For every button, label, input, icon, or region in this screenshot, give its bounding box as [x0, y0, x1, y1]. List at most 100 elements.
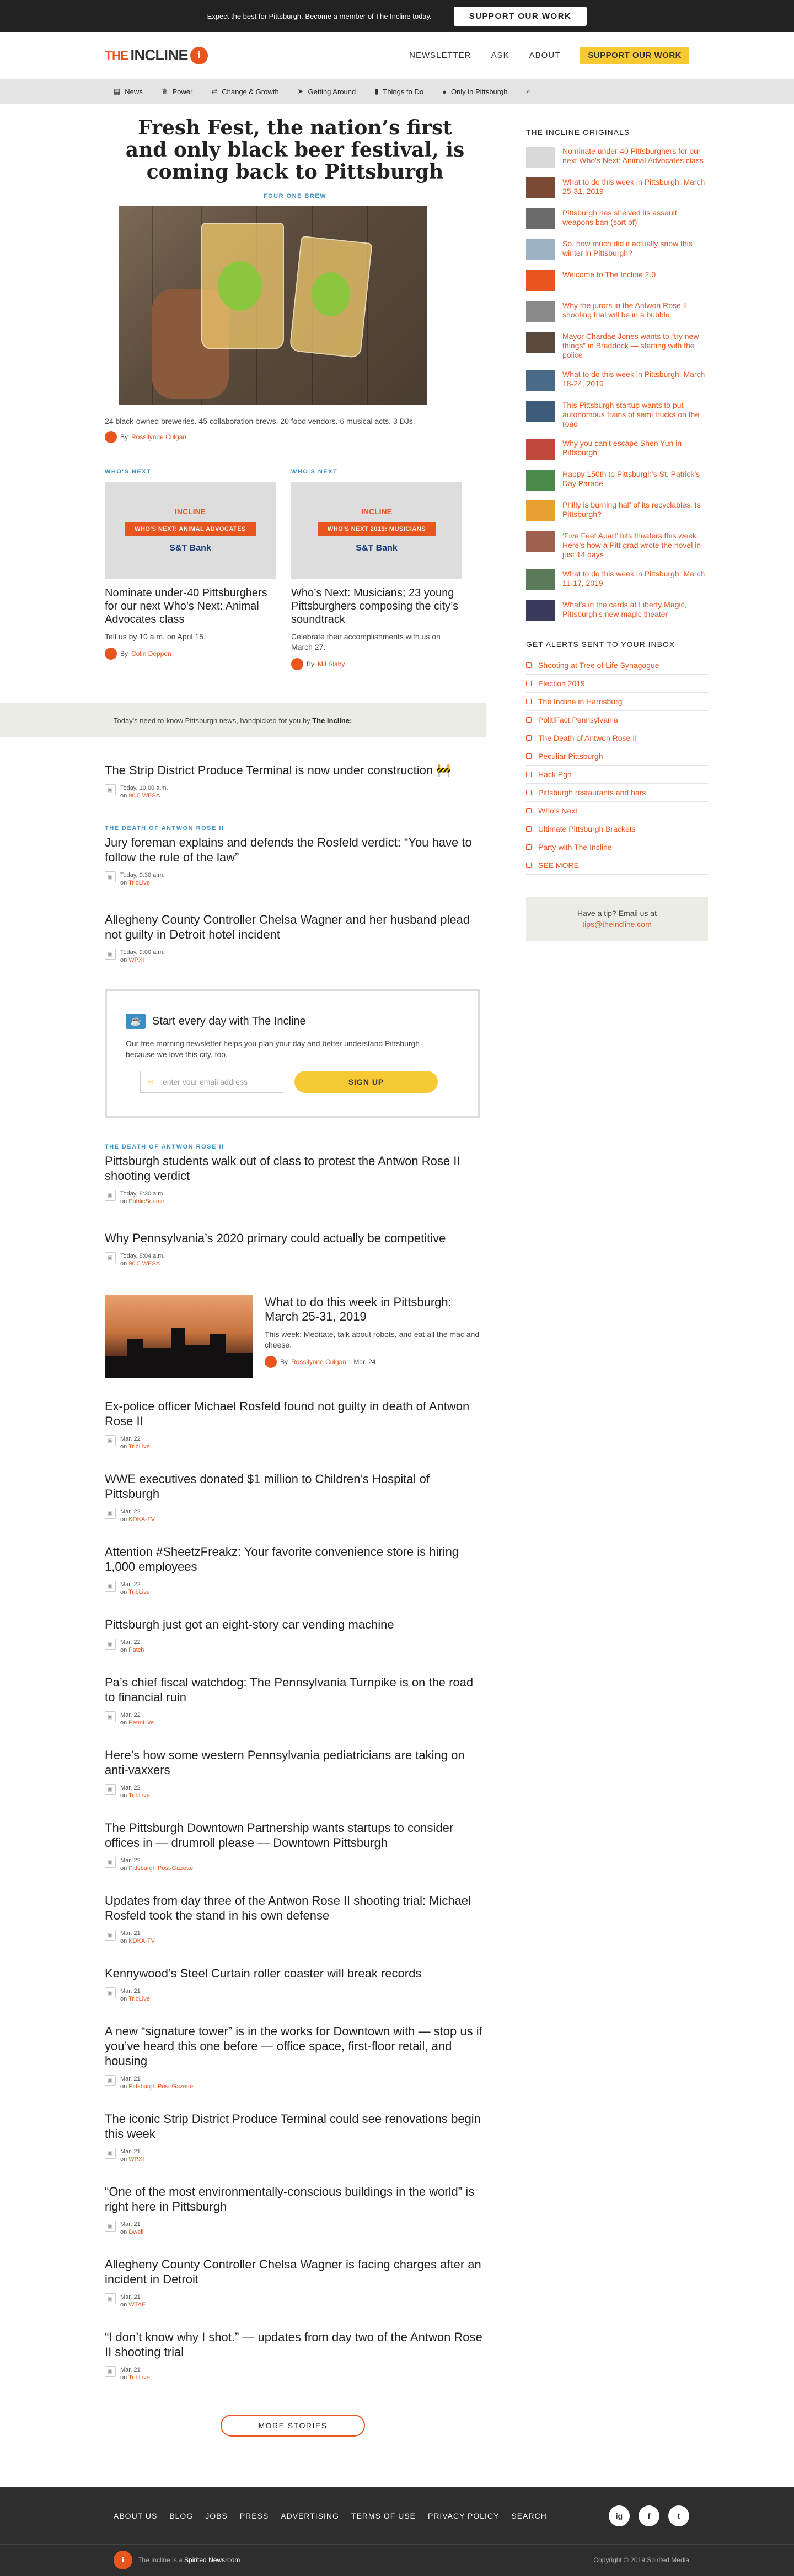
story-source-link[interactable]: PennLive [128, 1720, 154, 1726]
original-thumb[interactable] [526, 569, 555, 590]
original-title[interactable]: This Pittsburgh startup wants to put aut… [562, 401, 708, 429]
story-source-link[interactable]: TribLive [128, 1443, 150, 1450]
original-thumb[interactable] [526, 470, 555, 491]
catnav-item[interactable]: ⌕ [527, 87, 543, 96]
checkbox-icon[interactable] [526, 808, 532, 813]
nav-about[interactable]: ABOUT [529, 51, 561, 60]
story-item[interactable]: Updates from day three of the Antwon Ros… [105, 1893, 485, 1945]
story-source-link[interactable]: TribLive [128, 1996, 150, 2002]
more-stories-button[interactable]: MORE STORIES [221, 2415, 365, 2437]
original-thumb[interactable] [526, 401, 555, 422]
facebook-icon[interactable]: f [639, 2505, 659, 2526]
footer-link[interactable]: ADVERTISING [281, 2512, 339, 2520]
original-title[interactable]: Welcome to The Incline 2.0 [562, 270, 656, 279]
alert-item[interactable]: PolitiFact Pennsylvania [526, 711, 708, 729]
original-title[interactable]: So, how much did it actually snow this w… [562, 239, 708, 258]
checkbox-icon[interactable] [526, 844, 532, 850]
story-source-link[interactable]: PublicSource [128, 1198, 164, 1205]
original-thumb[interactable] [526, 332, 555, 353]
story-item[interactable]: Here’s how some western Pennsylvania ped… [105, 1748, 485, 1799]
story-source-link[interactable]: 90.5 WESA [128, 1260, 160, 1267]
story-source-link[interactable]: WPXI [128, 957, 144, 963]
checkbox-icon[interactable] [526, 662, 532, 668]
story-title[interactable]: A new “signature tower” is in the works … [105, 2024, 485, 2068]
story-item[interactable]: The Strip District Produce Terminal is n… [105, 763, 485, 800]
author-link[interactable]: Colin Deppen [131, 650, 171, 658]
twitter-icon[interactable]: t [668, 2505, 689, 2526]
story-item[interactable]: “One of the most environmentally-conscio… [105, 2184, 485, 2236]
original-item[interactable]: Welcome to The Incline 2.0 [526, 270, 708, 291]
whos-next-card[interactable]: WHO'S NEXT INCLINE WHO'S NEXT: ANIMAL AD… [105, 468, 276, 670]
alert-item[interactable]: Shooting at Tree of Life Synagogue [526, 656, 708, 675]
original-title[interactable]: Mayor Chardae Jones wants to “try new th… [562, 332, 708, 360]
story-source-link[interactable]: Pittsburgh Post-Gazette [128, 1865, 193, 1872]
story-title[interactable]: Jury foreman explains and defends the Ro… [105, 835, 485, 865]
catnav-item[interactable]: ♛ Power [162, 87, 205, 96]
original-item[interactable]: Why you can’t escape Shen Yun in Pittsbu… [526, 439, 708, 460]
original-item[interactable]: What to do this week in Pittsburgh: Marc… [526, 569, 708, 590]
story-title[interactable]: Ex-police officer Michael Rosfeld found … [105, 1399, 485, 1429]
alert-item[interactable]: Peculiar Pittsburgh [526, 747, 708, 766]
original-title[interactable]: Why you can’t escape Shen Yun in Pittsbu… [562, 439, 708, 457]
story-source-link[interactable]: KDKA-TV [128, 1938, 155, 1944]
original-item[interactable]: Mayor Chardae Jones wants to “try new th… [526, 332, 708, 360]
story-title[interactable]: Allegheny County Controller Chelsa Wagne… [105, 912, 485, 942]
story-item[interactable]: A new “signature tower” is in the works … [105, 2024, 485, 2090]
original-item[interactable]: What to do this week in Pittsburgh: Marc… [526, 370, 708, 391]
story-item[interactable]: Allegheny County Controller Chelsa Wagne… [105, 912, 485, 964]
story-source-link[interactable]: TribLive [128, 1589, 150, 1596]
story-source-link[interactable]: Dwell [128, 2229, 143, 2235]
original-thumb[interactable] [526, 531, 555, 552]
original-item[interactable]: Philly is burning half of its recyclable… [526, 500, 708, 521]
feature-image[interactable] [105, 1295, 253, 1378]
story-source-link[interactable]: TribLive [128, 2374, 150, 2381]
email-field[interactable]: ✉ enter your email address [140, 1071, 283, 1093]
story-title[interactable]: Allegheny County Controller Chelsa Wagne… [105, 2257, 485, 2287]
story-title[interactable]: The Pittsburgh Downtown Partnership want… [105, 1820, 485, 1850]
spirited-link[interactable]: Spirited Newsroom [184, 2556, 240, 2564]
story-kicker[interactable]: THE DEATH OF ANTWON ROSE II [105, 1144, 485, 1150]
whos-title[interactable]: Nominate under-40 Pittsburghers for our … [105, 586, 276, 626]
story-title[interactable]: Updates from day three of the Antwon Ros… [105, 1893, 485, 1923]
story-item[interactable]: Why Pennsylvania’s 2020 primary could ac… [105, 1231, 485, 1268]
original-thumb[interactable] [526, 301, 555, 322]
original-item[interactable]: What’s in the cards at Liberty Magic, Pi… [526, 600, 708, 621]
nav-newsletter[interactable]: NEWSLETTER [409, 51, 471, 60]
original-item[interactable]: Nominate under-40 Pittsburghers for our … [526, 147, 708, 168]
original-item[interactable]: So, how much did it actually snow this w… [526, 239, 708, 260]
nav-ask[interactable]: ASK [491, 51, 509, 60]
checkbox-icon[interactable] [526, 717, 532, 723]
footer-link[interactable]: PRIVACY POLICY [428, 2512, 499, 2520]
original-thumb[interactable] [526, 177, 555, 198]
footer-link[interactable]: TERMS OF USE [351, 2512, 416, 2520]
story-item[interactable]: Attention #SheetzFreakz: Your favorite c… [105, 1544, 485, 1596]
alert-item[interactable]: The Incline in Harrisburg [526, 693, 708, 711]
story-item[interactable]: THE DEATH OF ANTWON ROSE II Pittsburgh st… [105, 1144, 485, 1205]
footer-link[interactable]: JOBS [205, 2512, 228, 2520]
story-item[interactable]: “I don’t know why I shot.” — updates fro… [105, 2330, 485, 2381]
original-thumb[interactable] [526, 500, 555, 521]
alert-item[interactable]: Party with The Incline [526, 838, 708, 856]
feature-title[interactable]: What to do this week in Pittsburgh: Marc… [265, 1295, 485, 1324]
checkbox-icon[interactable] [526, 772, 532, 777]
original-title[interactable]: What to do this week in Pittsburgh: Marc… [562, 370, 708, 389]
site-logo[interactable]: THE INCLINE i [105, 46, 208, 64]
catnav-item[interactable]: ▮ Things to Do [374, 87, 436, 96]
whos-kicker[interactable]: WHO'S NEXT [105, 468, 276, 475]
whos-title[interactable]: Who’s Next: Musicians; 23 young Pittsbur… [291, 586, 462, 626]
checkbox-icon[interactable] [526, 699, 532, 704]
story-item[interactable]: The iconic Strip District Produce Termin… [105, 2111, 485, 2163]
story-item[interactable]: Pa’s chief fiscal watchdog: The Pennsylv… [105, 1675, 485, 1727]
instagram-icon[interactable]: ig [609, 2505, 630, 2526]
whos-kicker[interactable]: WHO'S NEXT [291, 468, 462, 475]
original-title[interactable]: Why the jurors in the Antwon Rose II sho… [562, 301, 708, 320]
original-title[interactable]: What to do this week in Pittsburgh: Marc… [562, 177, 708, 196]
alert-item[interactable]: Pittsburgh restaurants and bars [526, 784, 708, 802]
checkbox-icon[interactable] [526, 735, 532, 741]
original-title[interactable]: Pittsburgh has shelved its assault weapo… [562, 208, 708, 227]
story-item[interactable]: The Pittsburgh Downtown Partnership want… [105, 1820, 485, 1872]
original-title[interactable]: Nominate under-40 Pittsburghers for our … [562, 147, 708, 165]
original-title[interactable]: Happy 150th to Pittsburgh’s St. Patrick’… [562, 470, 708, 488]
catnav-item[interactable]: ● Only in Pittsburgh [442, 88, 519, 96]
story-title[interactable]: The Strip District Produce Terminal is n… [105, 763, 485, 778]
